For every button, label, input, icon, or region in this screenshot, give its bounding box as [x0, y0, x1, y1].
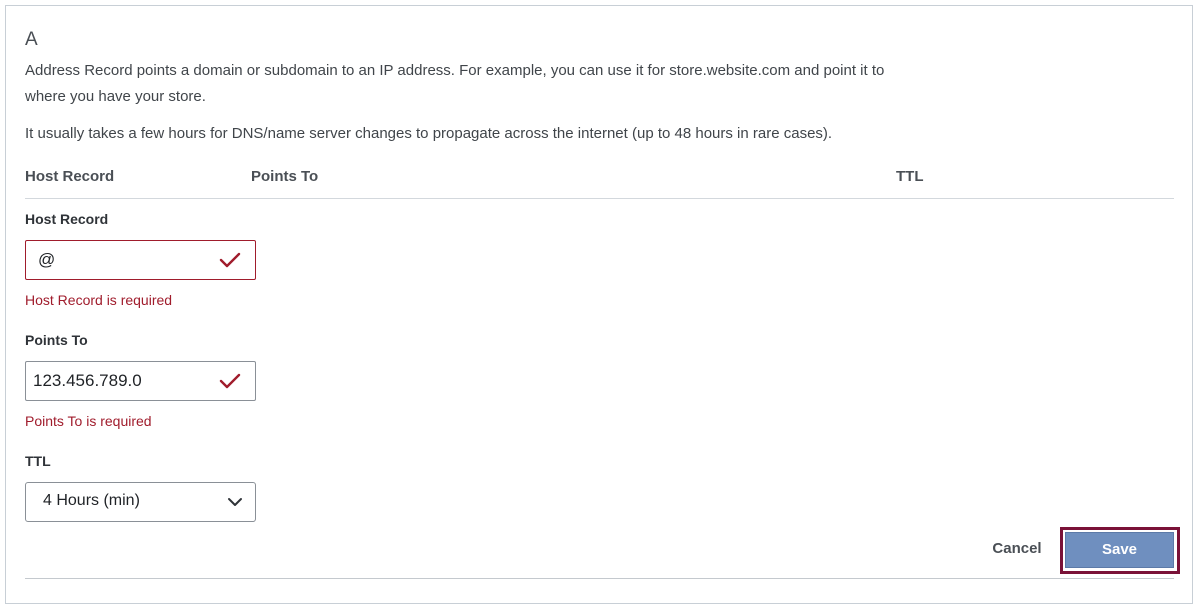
host-record-input[interactable]: @: [25, 240, 256, 280]
record-description: Address Record points a domain or subdom…: [25, 62, 885, 105]
propagation-note: It usually takes a few hours for DNS/nam…: [25, 125, 833, 142]
ttl-selected-value: 4 Hours (min): [43, 492, 140, 509]
column-header-points-to: Points To: [251, 168, 319, 185]
column-header-ttl: TTL: [896, 168, 924, 185]
column-header-host-record: Host Record: [25, 168, 115, 185]
points-to-input[interactable]: 123.456.789.0: [25, 361, 256, 401]
host-record-value: @: [38, 250, 56, 269]
header-divider: [25, 198, 1174, 199]
checkmark-icon: [219, 373, 241, 389]
host-record-label: Host Record: [25, 211, 109, 227]
cancel-button[interactable]: Cancel: [982, 540, 1052, 562]
checkmark-icon: [219, 252, 241, 268]
chevron-down-icon: [228, 498, 242, 506]
save-button[interactable]: Save: [1065, 532, 1174, 568]
points-to-value: 123.456.789.0: [33, 371, 142, 390]
ttl-label: TTL: [25, 453, 51, 469]
footer-divider: [25, 578, 1174, 579]
ttl-select[interactable]: 4 Hours (min): [25, 482, 256, 522]
dns-record-panel: A Address Record points a domain or subd…: [5, 5, 1193, 604]
points-to-error: Points To is required: [25, 413, 152, 429]
points-to-label: Points To: [25, 332, 88, 348]
host-record-error: Host Record is required: [25, 292, 173, 308]
record-type-title: A: [25, 29, 38, 50]
